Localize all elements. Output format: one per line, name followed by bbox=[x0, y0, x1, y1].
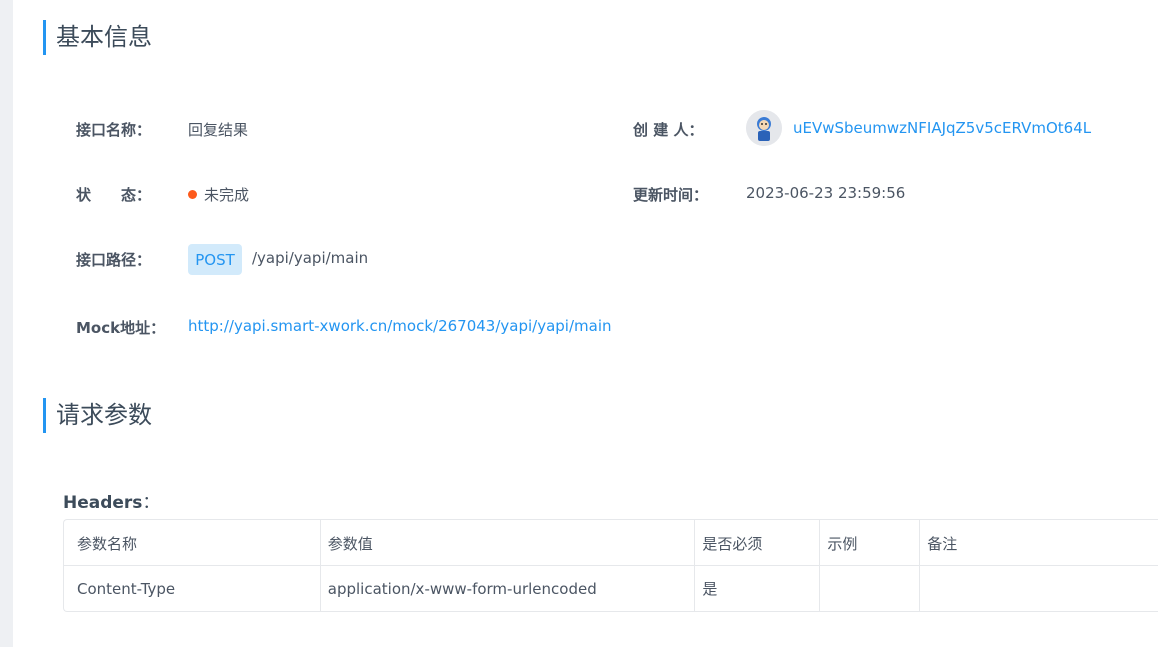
http-method-badge: POST bbox=[188, 244, 242, 275]
mock-address-link[interactable]: http://yapi.smart-xwork.cn/mock/267043/y… bbox=[188, 317, 612, 335]
section-title-request-params: 请求参数 bbox=[43, 398, 152, 433]
interface-path-value: /yapi/yapi/main bbox=[252, 249, 369, 267]
column-header-param-name: 参数名称 bbox=[77, 535, 138, 553]
headers-title-text: Headers bbox=[63, 493, 143, 513]
headers-title: Headers： bbox=[63, 488, 159, 513]
avatar-icon bbox=[746, 110, 782, 146]
table-header-row: 参数名称 参数值 是否必须 示例 备注 bbox=[64, 520, 1158, 565]
table-cell-param-name: Content-Type bbox=[77, 580, 176, 598]
column-header-example: 示例 bbox=[819, 520, 919, 565]
table-row: Content-Type application/x-www-form-urle… bbox=[64, 565, 1158, 611]
column-header-param-value: 参数值 bbox=[319, 520, 695, 565]
status-text: 未完成 bbox=[204, 186, 250, 204]
updated-time-label: 更新时间： bbox=[633, 186, 709, 204]
section-title-basic-info: 基本信息 bbox=[43, 20, 152, 55]
left-rail bbox=[0, 0, 13, 647]
status-label: 状 态： bbox=[76, 186, 152, 204]
interface-path-label: 接口路径： bbox=[76, 251, 152, 269]
column-header-required: 是否必须 bbox=[694, 520, 819, 565]
creator-avatar[interactable] bbox=[746, 110, 782, 146]
table-cell-param-value: application/x-www-form-urlencoded bbox=[319, 566, 695, 611]
column-header-remark: 备注 bbox=[919, 520, 1158, 565]
table-cell-example bbox=[819, 566, 919, 611]
headers-title-colon: ： bbox=[142, 493, 160, 513]
interface-name-label: 接口名称： bbox=[76, 121, 152, 139]
headers-table: 参数名称 参数值 是否必须 示例 备注 Content-Type applica… bbox=[63, 519, 1158, 612]
status-value: 未完成 bbox=[188, 184, 249, 205]
interface-name-value: 回复结果 bbox=[188, 121, 249, 139]
table-cell-remark bbox=[919, 566, 1158, 611]
creator-label: 创 建 人： bbox=[633, 121, 704, 139]
status-dot-icon bbox=[188, 190, 197, 199]
table-cell-required: 是 bbox=[694, 566, 819, 611]
updated-time-value: 2023-06-23 23:59:56 bbox=[746, 184, 906, 202]
creator-name-link[interactable]: uEVwSbeumwzNFIAJqZ5v5cERVmOt64L bbox=[793, 119, 1091, 137]
mock-address-label: Mock地址： bbox=[76, 319, 166, 337]
